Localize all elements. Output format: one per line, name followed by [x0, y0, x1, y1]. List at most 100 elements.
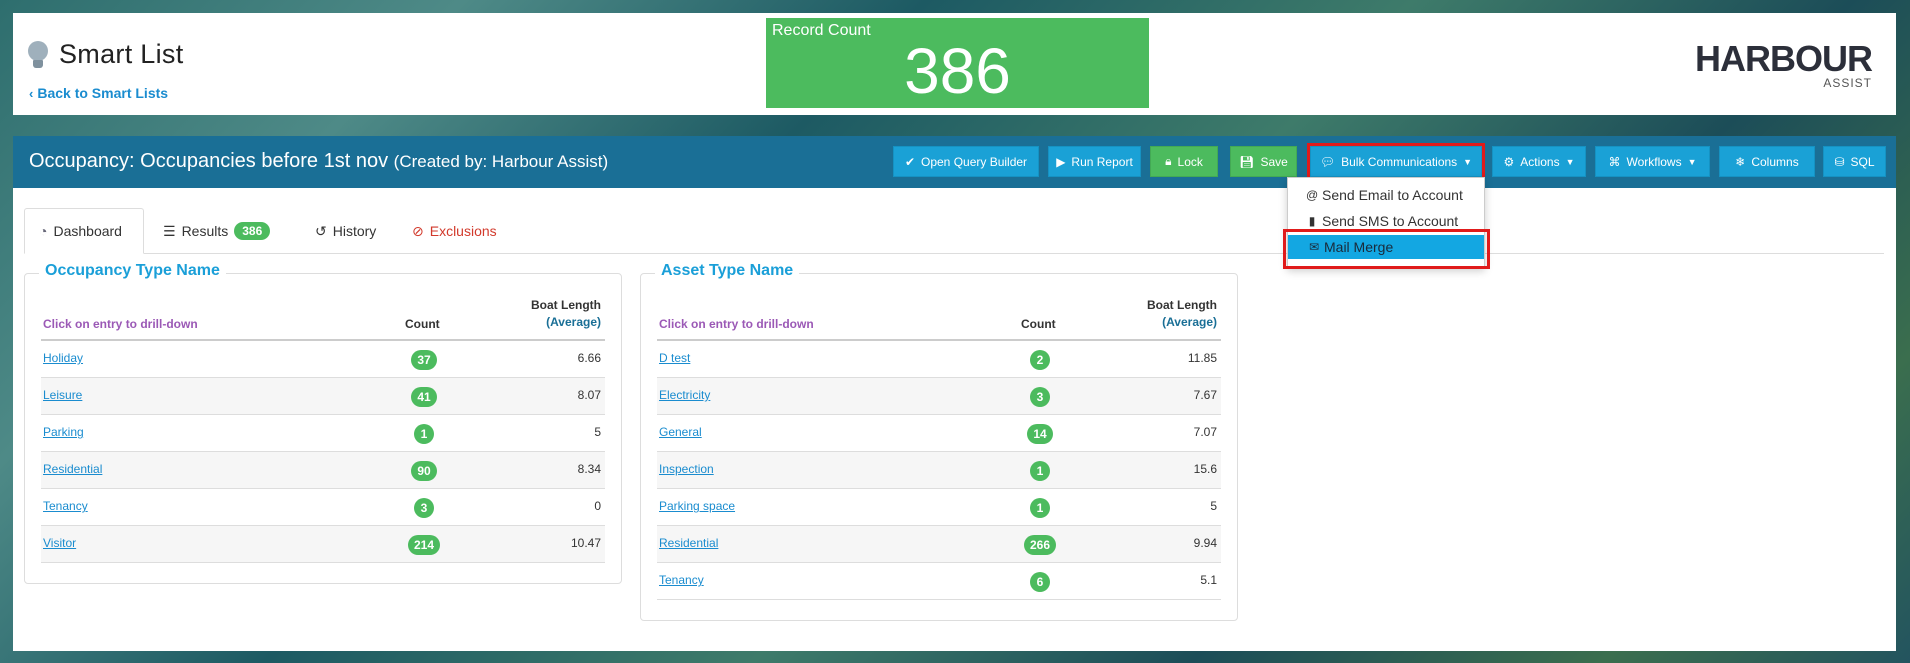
- table-row: Residential 90 8.34: [41, 452, 605, 489]
- boat-length-value: 7.67: [1193, 388, 1217, 402]
- occupancy-rows: Holiday 37 6.66 Leisure 41 8.07 Parking 1 5 Resid…: [41, 341, 605, 563]
- run-report-button[interactable]: ▶ Run Report: [1048, 146, 1141, 177]
- count-badge: 6: [1030, 572, 1050, 592]
- lock-button[interactable]: 🔒︎ Lock: [1150, 146, 1218, 177]
- check-icon: ✔: [904, 154, 915, 169]
- sql-button[interactable]: ⛁ SQL: [1823, 146, 1886, 177]
- asset-table-header: Click on entry to drill-down Count Boat …: [657, 294, 1221, 341]
- asset-type-card: Asset Type Name Click on entry to drill-…: [640, 262, 1238, 621]
- drill-down-link[interactable]: D test: [659, 351, 690, 365]
- gauge-icon: ◔: [39, 223, 48, 239]
- occupancy-card-title: Occupancy Type Name: [39, 262, 226, 280]
- tab-results[interactable]: ☰ Results 386: [163, 208, 271, 254]
- boat-length-value: 10.47: [570, 536, 601, 550]
- run-report-label: Run Report: [1071, 154, 1133, 169]
- tab-history[interactable]: ↺ History: [315, 208, 376, 254]
- record-count-box: Record Count 386: [766, 18, 1149, 108]
- record-count-value: 386: [904, 35, 1011, 107]
- sql-label: SQL: [1850, 154, 1875, 169]
- count-badge: 1: [1030, 498, 1050, 518]
- boat-length-value: 15.6: [1193, 462, 1217, 476]
- count-badge: 2: [1030, 350, 1050, 370]
- smart-list-name: Occupancy: Occupancies before 1st nov: [29, 150, 389, 172]
- open-query-builder-label: Open Query Builder: [921, 154, 1028, 169]
- count-badge: 14: [1027, 424, 1053, 444]
- boat-length-value: 5.1: [1200, 573, 1217, 587]
- boat-length-label: Boat Length: [531, 298, 601, 313]
- tab-dashboard-label: Dashboard: [53, 223, 122, 239]
- occupancy-table-header: Click on entry to drill-down Count Boat …: [41, 294, 605, 341]
- table-row: Holiday 37 6.66: [41, 341, 605, 378]
- count-badge: 1: [414, 424, 434, 444]
- boat-length-column-header: Boat Length (Average): [531, 297, 601, 331]
- drill-down-link[interactable]: Residential: [659, 536, 718, 550]
- table-row: Visitor 214 10.47: [41, 526, 605, 563]
- count-badge: 214: [407, 535, 441, 555]
- drill-down-link[interactable]: Inspection: [659, 462, 714, 476]
- table-row: Parking space 1 5: [657, 489, 1221, 526]
- drill-down-link[interactable]: General: [659, 425, 702, 439]
- smart-list-panel: Occupancy: Occupancies before 1st nov (C…: [13, 136, 1896, 651]
- at-icon: @: [1306, 188, 1319, 202]
- columns-icon: ❄: [1735, 154, 1746, 169]
- boat-length-column-header: Boat Length (Average): [1147, 297, 1217, 331]
- workflows-label: Workflows: [1626, 154, 1682, 169]
- count-badge: 266: [1023, 535, 1057, 555]
- results-count-badge: 386: [234, 222, 271, 240]
- open-query-builder-button[interactable]: ✔ Open Query Builder: [893, 146, 1039, 177]
- drill-down-link[interactable]: Tenancy: [43, 499, 88, 513]
- count-badge: 41: [411, 387, 437, 407]
- tab-results-label: Results: [181, 223, 229, 239]
- columns-label: Columns: [1751, 154, 1799, 169]
- harbour-assist-logo: HARBOUR ASSIST: [1695, 38, 1873, 91]
- actions-label: Actions: [1520, 154, 1560, 169]
- history-icon: ↺: [315, 222, 327, 239]
- drill-down-hint: Click on entry to drill-down: [659, 317, 814, 331]
- table-row: Electricity 3 7.67: [657, 378, 1221, 415]
- logo-main-text: HARBOUR: [1695, 38, 1873, 79]
- asset-rows: D test 2 11.85 Electricity 3 7.67 General 14 7.0…: [657, 341, 1221, 600]
- caret-down-icon: ▼: [1687, 156, 1697, 167]
- occupancy-type-card: Occupancy Type Name Click on entry to dr…: [24, 262, 622, 584]
- columns-button[interactable]: ❄ Columns: [1719, 146, 1815, 177]
- table-row: D test 2 11.85: [657, 341, 1221, 378]
- tab-dashboard[interactable]: ◔ Dashboard: [24, 208, 144, 254]
- average-label: (Average): [546, 315, 601, 330]
- save-label: Save: [1260, 154, 1288, 169]
- boat-length-value: 8.07: [577, 388, 601, 402]
- drill-down-link[interactable]: Leisure: [43, 388, 82, 402]
- panel-header: Occupancy: Occupancies before 1st nov (C…: [13, 136, 1896, 188]
- lock-label: Lock: [1177, 154, 1203, 169]
- table-row: Leisure 41 8.07: [41, 378, 605, 415]
- tab-bar: ◔ Dashboard ☰ Results 386 ↺ History ⊘ Ex…: [24, 208, 1884, 254]
- phone-icon: ▮: [1308, 214, 1316, 228]
- drill-down-link[interactable]: Holiday: [43, 351, 83, 365]
- workflows-button[interactable]: ⌘ Workflows ▼: [1595, 146, 1710, 177]
- count-badge: 3: [414, 498, 434, 518]
- send-email-menu-item[interactable]: @ Send Email to Account: [1288, 183, 1484, 207]
- caret-down-icon: ▼: [1565, 156, 1575, 167]
- table-row: Tenancy 6 5.1: [657, 563, 1221, 600]
- back-to-smart-lists-link[interactable]: ‹ Back to Smart Lists: [29, 85, 168, 101]
- drill-down-link[interactable]: Parking space: [659, 499, 735, 513]
- boat-length-value: 0: [594, 499, 601, 513]
- tab-history-label: History: [332, 223, 377, 239]
- ban-icon: ⊘: [412, 222, 424, 239]
- drill-down-link[interactable]: Visitor: [43, 536, 76, 550]
- drill-down-link[interactable]: Parking: [43, 425, 84, 439]
- drill-down-link[interactable]: Residential: [43, 462, 102, 476]
- drill-down-link[interactable]: Tenancy: [659, 573, 704, 587]
- boat-length-value: 11.85: [1187, 351, 1217, 365]
- panel-title: Occupancy: Occupancies before 1st nov (C…: [29, 150, 608, 173]
- table-row: Tenancy 3 0: [41, 489, 605, 526]
- lock-icon: 🔒︎: [1165, 154, 1172, 168]
- save-button[interactable]: 💾︎ Save: [1230, 146, 1297, 177]
- count-badge: 90: [411, 461, 437, 481]
- boat-length-value: 5: [594, 425, 601, 439]
- actions-button[interactable]: ⚙ Actions ▼: [1492, 146, 1586, 177]
- save-icon: 💾︎: [1239, 154, 1255, 169]
- tab-exclusions[interactable]: ⊘ Exclusions: [412, 208, 497, 254]
- occupancy-table: Click on entry to drill-down Count Boat …: [41, 294, 605, 563]
- lightbulb-icon: [27, 40, 49, 69]
- drill-down-link[interactable]: Electricity: [659, 388, 710, 402]
